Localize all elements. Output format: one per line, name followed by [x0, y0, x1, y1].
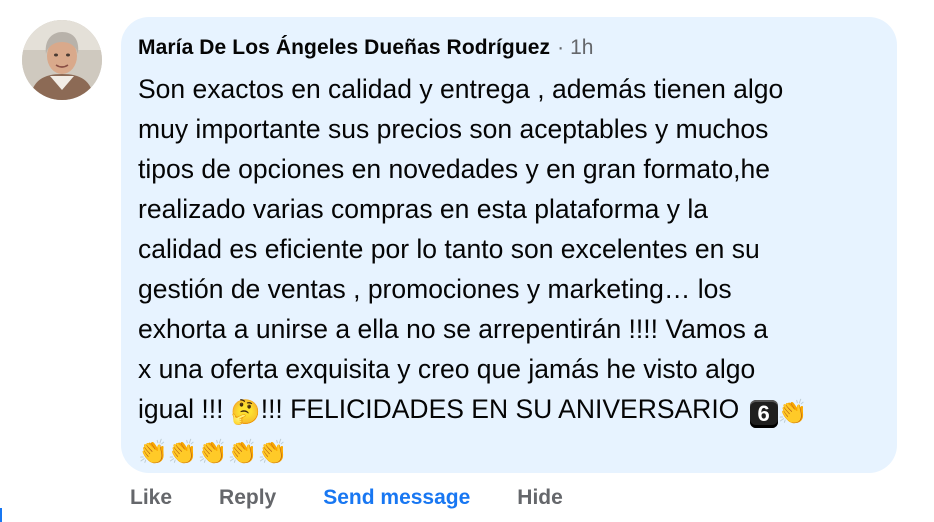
- comment-line: gestión de ventas , promociones y market…: [138, 274, 732, 304]
- avatar[interactable]: [22, 20, 102, 100]
- comment-author[interactable]: María De Los Ángeles Dueñas Rodríguez: [138, 36, 550, 60]
- header-separator: ·: [557, 36, 565, 59]
- reply-button[interactable]: Reply: [219, 486, 276, 510]
- comment-line: x una oferta exquisita y creo que jamás …: [138, 354, 756, 384]
- comment-line: realizado varias compras en esta platafo…: [138, 194, 709, 224]
- comment-text: Son exactos en calidad y entrega , ademá…: [138, 69, 881, 469]
- comment-text-segment: igual !!!: [138, 394, 231, 424]
- send-message-button[interactable]: Send message: [323, 486, 470, 510]
- comment-header: María De Los Ángeles Dueñas Rodríguez · …: [138, 32, 881, 64]
- clapping-hands-row: 👏👏👏👏👏: [138, 429, 881, 469]
- clapping-hands-icon: 👏👏👏👏👏: [138, 439, 288, 466]
- focus-indicator: [0, 508, 2, 522]
- comment-bubble: María De Los Ángeles Dueñas Rodríguez · …: [121, 17, 897, 473]
- comment-line: Son exactos en calidad y entrega , ademá…: [138, 74, 784, 104]
- clapping-hands-icon: 👏: [777, 399, 808, 426]
- number-six-badge: 6: [749, 400, 778, 428]
- comment-line: tipos de opciones en novedades y en gran…: [138, 154, 771, 184]
- comment-line-final: igual !!! 🤔!!! FELICIDADES EN SU ANIVERS…: [138, 389, 881, 429]
- comment-line: calidad es eficiente por lo tanto son ex…: [138, 234, 760, 264]
- profile-photo-icon: [22, 20, 102, 100]
- thinking-face-icon: 🤔: [230, 399, 261, 426]
- comment-line: muy importante sus precios son aceptable…: [138, 114, 769, 144]
- comment-actions: Like Reply Send message Hide: [130, 483, 610, 513]
- hide-button[interactable]: Hide: [517, 486, 563, 510]
- like-button[interactable]: Like: [130, 486, 172, 510]
- comment-line: exhorta a unirse a ella no se arrepentir…: [138, 314, 768, 344]
- comment-timestamp[interactable]: 1h: [570, 36, 593, 60]
- comment-text-segment: !!! FELICIDADES EN SU ANIVERSARIO: [260, 394, 747, 424]
